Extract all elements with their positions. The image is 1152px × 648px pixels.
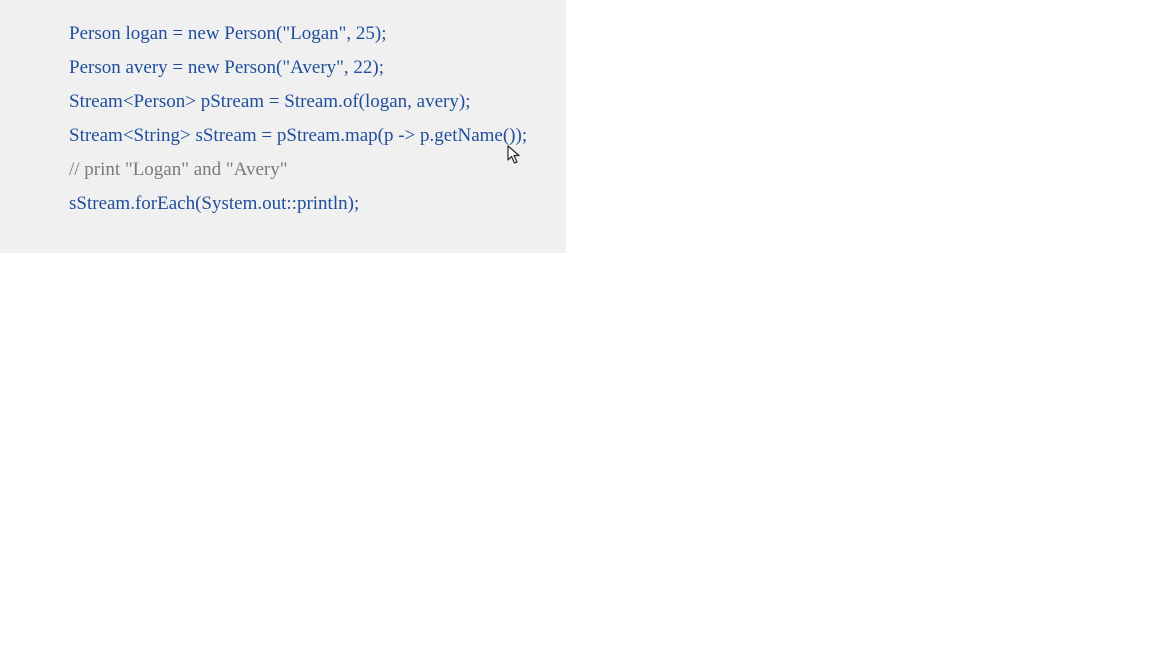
code-block: Person logan = new Person("Logan", 25); … [69, 17, 527, 221]
code-line-person-logan: Person logan = new Person("Logan", 25); [69, 23, 387, 44]
code-line-comment: // print "Logan" and "Avery" [69, 159, 288, 180]
slide-page: Person logan = new Person("Logan", 25); … [0, 0, 1152, 648]
code-panel: Person logan = new Person("Logan", 25); … [0, 0, 566, 253]
code-line-string-stream: Stream<String> sStream = pStream.map(p -… [69, 125, 528, 146]
code-line-foreach: sStream.forEach(System.out::println); [69, 193, 360, 214]
code-line-person-stream: Stream<Person> pStream = Stream.of(logan… [69, 91, 471, 112]
code-line-person-avery: Person avery = new Person("Avery", 22); [69, 57, 385, 78]
